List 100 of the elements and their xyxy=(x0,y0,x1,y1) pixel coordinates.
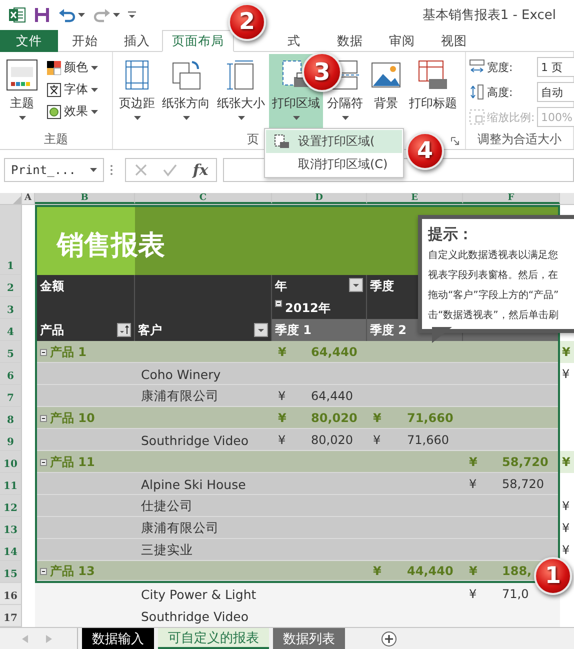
amount-value: 188, xyxy=(502,564,533,578)
dropdown-caret-icon xyxy=(90,168,97,172)
sheet-tab[interactable]: 数据列表 xyxy=(273,628,345,649)
add-sheet-icon[interactable] xyxy=(381,630,397,646)
tooltip-title: 提示： xyxy=(428,224,474,245)
header-label: 2012年 xyxy=(285,300,330,317)
amount-value: 58,720 xyxy=(502,477,545,491)
group-label: 主题 xyxy=(44,131,68,148)
row-number: 15 xyxy=(0,561,22,583)
product-label: 产品 11 xyxy=(50,454,95,470)
column-header[interactable]: D xyxy=(272,193,367,204)
undo-icon[interactable] xyxy=(58,7,76,23)
excel-logo-icon[interactable] xyxy=(8,6,26,24)
header-label: 年 xyxy=(275,278,287,295)
ribbon-button[interactable]: 字体 xyxy=(45,80,100,99)
column-header[interactable]: C xyxy=(135,193,272,204)
ribbon-button[interactable]: 页边距 xyxy=(116,54,158,130)
header-label: 产品 xyxy=(40,322,64,338)
collapse-icon[interactable] xyxy=(275,300,282,307)
ribbon-button[interactable]: 纸张大小 xyxy=(214,54,268,130)
customer-name: 仕捷公司 xyxy=(140,498,193,514)
header-label: 客户 xyxy=(138,322,162,338)
sheet-tab[interactable]: 数据输入 xyxy=(82,628,154,649)
input-field[interactable]: 自动 xyxy=(537,82,574,102)
table-cell: ¥ xyxy=(560,451,574,473)
currency-symbol: ¥ xyxy=(469,477,477,491)
menu-item[interactable]: 取消打印区域(C) xyxy=(266,153,402,176)
customer-name: 康浦有限公司 xyxy=(140,388,219,404)
product-label: 产品 13 xyxy=(50,562,95,580)
currency-symbol: ¥ xyxy=(469,564,478,578)
collapse-icon[interactable] xyxy=(40,568,47,574)
name-box[interactable]: Print_... xyxy=(4,158,104,182)
column-header[interactable]: F xyxy=(463,193,560,204)
ribbon-button[interactable]: 纸张方向 xyxy=(159,54,213,130)
row-number: 1 xyxy=(0,205,22,275)
ribbon-tab[interactable]: 数据 xyxy=(324,30,376,52)
ribbon-button[interactable]: 背景 xyxy=(367,54,405,130)
currency-symbol: ¥ xyxy=(278,433,286,447)
file-tab[interactable]: 文件 xyxy=(0,30,58,52)
check-icon[interactable] xyxy=(163,163,178,177)
amount-value: 64,440 xyxy=(311,345,358,359)
drag-handle-icon xyxy=(110,164,113,176)
currency-symbol: ¥ xyxy=(278,389,286,403)
page-orientation-icon xyxy=(170,59,202,91)
input-field[interactable]: 1 页 xyxy=(537,57,574,77)
header-label: 金额 xyxy=(40,278,64,295)
currency-symbol: ¥ xyxy=(469,587,477,601)
print-titles-icon xyxy=(417,59,449,91)
product-label: 产品 1 xyxy=(50,344,87,360)
window-title: 基本销售报表1 - Excel xyxy=(422,7,557,24)
amount-value: 80,020 xyxy=(311,433,354,447)
customer-name: 康浦有限公司 xyxy=(140,520,219,536)
colors-icon xyxy=(47,60,61,74)
ribbon-button[interactable]: 颜色 xyxy=(45,58,100,77)
amount-value: 80,020 xyxy=(311,411,358,425)
row-number: 12 xyxy=(0,495,22,517)
insert-function-button[interactable]: fx xyxy=(192,161,208,179)
row-number: 5 xyxy=(0,341,22,363)
currency-symbol: ¥ xyxy=(373,433,381,447)
collapse-icon[interactable] xyxy=(40,348,47,356)
width-icon xyxy=(469,59,485,75)
row-number: 8 xyxy=(0,407,22,429)
collapse-icon[interactable] xyxy=(40,458,47,466)
row-number: 9 xyxy=(0,429,22,451)
tooltip-text: 视表字段列表窗格。然后，在 xyxy=(428,268,559,283)
amount-value: 71,660 xyxy=(407,411,454,425)
effects-icon xyxy=(47,104,61,118)
ribbon-tab[interactable]: 页面布局 xyxy=(162,30,234,52)
ribbon-tab[interactable]: 插入 xyxy=(112,30,162,52)
header-label: 季度 2 xyxy=(370,322,407,338)
tooltip-text: 击“数据透视表”，然后单击刷 xyxy=(428,308,560,323)
ribbon-button[interactable]: 效果 xyxy=(45,102,100,121)
customer-name: City Power & Light xyxy=(140,586,256,602)
customer-name: Coho Winery xyxy=(140,366,221,382)
filter-dropdown-button[interactable] xyxy=(349,278,363,292)
theme-icon xyxy=(6,59,38,91)
row-number: 16 xyxy=(0,583,22,605)
dialog-launcher-icon[interactable] xyxy=(451,137,459,145)
sheet-tab[interactable]: 可自定义的报表 xyxy=(158,628,269,649)
filter-dropdown-button[interactable] xyxy=(254,323,268,337)
ribbon-button[interactable]: 打印标题 xyxy=(406,54,460,130)
ribbon-button[interactable]: 主题 xyxy=(3,54,41,130)
row-number: 6 xyxy=(0,363,22,385)
collapse-icon[interactable] xyxy=(40,414,47,422)
row-number: 3 xyxy=(0,297,22,319)
row-number: 11 xyxy=(0,473,22,495)
column-header[interactable]: B xyxy=(35,193,135,204)
customize-toolbar-icon[interactable] xyxy=(128,11,136,19)
group-label: 页 xyxy=(247,131,259,148)
column-header[interactable]: E xyxy=(367,193,463,204)
menu-item[interactable]: 设置打印区域( xyxy=(266,130,402,153)
amount-value: 64,440 xyxy=(311,389,354,403)
header-label: 季度 xyxy=(370,278,394,295)
ribbon-tab[interactable]: 式 xyxy=(264,30,324,52)
ribbon-tab[interactable]: 开始 xyxy=(58,30,112,52)
table-cell: ¥ xyxy=(560,341,574,363)
ribbon-tab[interactable]: 视图 xyxy=(428,30,480,52)
currency-symbol: ¥ xyxy=(373,411,382,425)
sort-filter-button[interactable] xyxy=(117,323,131,337)
ribbon-tab[interactable]: 审阅 xyxy=(376,30,428,52)
